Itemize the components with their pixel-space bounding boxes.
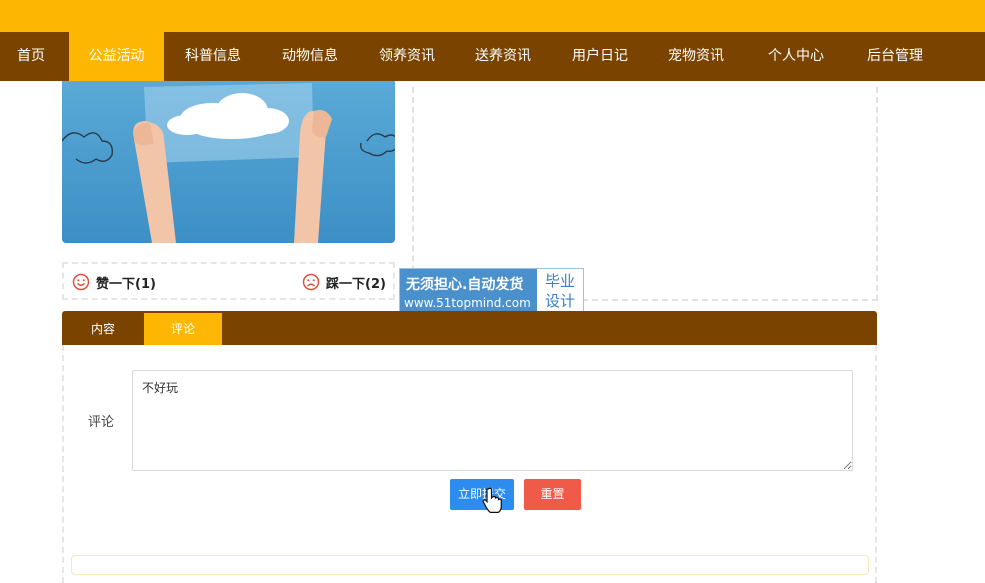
nav-animal-info[interactable]: 动物信息 [268,32,352,81]
nav-science-info[interactable]: 科普信息 [172,32,254,81]
nav-pet-news[interactable]: 宠物资讯 [654,32,738,81]
bottom-bar [71,555,869,575]
watermark-side: 毕业 设计 [537,269,583,313]
nav-user-diary[interactable]: 用户日记 [558,32,642,81]
dislike-label: 踩一下(2) [326,276,386,292]
top-banner [0,0,985,32]
like-button[interactable]: 赞一下(1) [72,264,156,300]
watermark-line1: 无须担心.自动发货 [406,277,524,293]
detail-tabs: 内容 评论 [62,311,877,345]
comment-textarea[interactable]: 不好玩 [132,370,853,471]
watermark-line2: www.51topmind.com [404,296,531,310]
tab-content[interactable]: 内容 [64,313,142,345]
watermark-badge: 无须担心.自动发货 www.51topmind.com 毕业 设计 [399,268,584,314]
activity-image [62,81,395,243]
nav-personal-center[interactable]: 个人中心 [753,32,839,81]
vote-box: 赞一下(1) 踩一下(2) [62,262,395,300]
nav-admin[interactable]: 后台管理 [852,32,938,81]
main-nav: 首页 公益活动 科普信息 动物信息 领养资讯 送养资讯 用户日记 宠物资讯 个人… [0,32,985,81]
like-label: 赞一下(1) [96,276,156,292]
watermark-text: 无须担心.自动发货 www.51topmind.com [400,269,537,313]
watermark-side2: 设计 [544,292,575,310]
dislike-button[interactable]: 踩一下(2) [302,264,386,300]
reset-button[interactable]: 重置 [524,479,581,510]
nav-charity-activities[interactable]: 公益活动 [69,32,164,81]
nav-adoption-news[interactable]: 领养资讯 [365,32,449,81]
nav-home[interactable]: 首页 [0,32,62,81]
hand-pointer-cursor-icon [482,487,502,513]
tab-comments[interactable]: 评论 [144,313,222,345]
watermark-side1: 毕业 [544,272,575,290]
frown-face-icon [302,273,320,291]
nav-rehoming-news[interactable]: 送养资讯 [461,32,545,81]
hands-holding-cloud-photo-icon [62,81,395,243]
comment-label: 评论 [88,415,115,430]
smile-face-icon [72,273,90,291]
